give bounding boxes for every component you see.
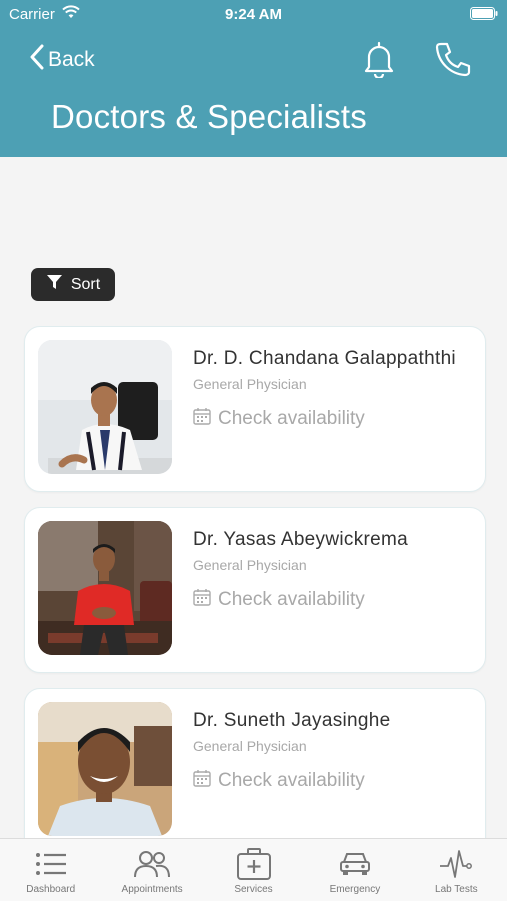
phone-icon — [432, 42, 472, 82]
tab-services[interactable]: Services — [203, 839, 304, 901]
status-bar: Carrier 9:24 AM — [0, 0, 507, 28]
doctor-photo — [38, 521, 172, 655]
check-availability-label: Check availability — [218, 770, 365, 791]
tab-appointments[interactable]: Appointments — [101, 839, 202, 901]
filter-icon — [46, 274, 63, 296]
check-availability-link[interactable]: Check availability — [193, 769, 365, 793]
call-button[interactable] — [432, 40, 472, 78]
sort-button[interactable]: Sort — [31, 268, 115, 301]
tab-dashboard[interactable]: Dashboard — [0, 839, 101, 901]
check-availability-link[interactable]: Check availability — [193, 588, 365, 612]
doctor-specialty: General Physician — [193, 738, 307, 754]
tab-label: Lab Tests — [435, 884, 478, 895]
tab-label: Dashboard — [26, 884, 76, 895]
tab-label: Emergency — [329, 884, 381, 895]
doctor-card[interactable]: Dr. D. Chandana Galappaththi General Phy… — [24, 326, 486, 492]
header: Back Doctors & Specialists — [0, 28, 507, 157]
check-availability-label: Check availability — [218, 408, 365, 429]
pulse-icon — [439, 847, 473, 881]
check-availability-link[interactable]: Check availability — [193, 407, 365, 431]
page-title: Doctors & Specialists — [51, 98, 367, 135]
back-label: Back — [48, 48, 95, 71]
check-availability-label: Check availability — [218, 589, 365, 610]
doctor-name: Dr. Yasas Abeywickrema — [193, 529, 408, 550]
doctor-name: Dr. Suneth Jayasinghe — [193, 710, 391, 731]
doctor-photo — [38, 702, 172, 836]
bell-icon — [361, 41, 397, 82]
sort-label: Sort — [70, 275, 101, 293]
doctor-card[interactable]: Dr. Suneth Jayasinghe General Physician … — [24, 688, 486, 854]
notifications-button[interactable] — [361, 40, 397, 80]
doctor-specialty: General Physician — [193, 557, 307, 573]
calendar-icon — [193, 588, 211, 612]
medical-kit-icon — [236, 847, 272, 881]
calendar-icon — [193, 769, 211, 793]
tab-label: Services — [234, 884, 273, 895]
tab-bar: Dashboard Appointments Services Emergenc… — [0, 838, 507, 901]
people-icon — [134, 847, 171, 881]
car-icon — [339, 847, 371, 881]
doctor-photo — [38, 340, 172, 474]
doctor-card[interactable]: Dr. Yasas Abeywickrema General Physician… — [24, 507, 486, 673]
doctor-name: Dr. D. Chandana Galappaththi — [193, 348, 456, 369]
back-button[interactable]: Back — [30, 43, 95, 77]
tab-label: Appointments — [121, 884, 183, 895]
chevron-left-icon — [30, 44, 44, 76]
list-icon — [34, 847, 68, 881]
clock: 9:24 AM — [225, 6, 282, 23]
calendar-icon — [193, 407, 211, 431]
tab-emergency[interactable]: Emergency — [304, 839, 405, 901]
doctor-specialty: General Physician — [193, 376, 307, 392]
battery-icon — [470, 7, 498, 24]
tab-lab-tests[interactable]: Lab Tests — [406, 839, 507, 901]
